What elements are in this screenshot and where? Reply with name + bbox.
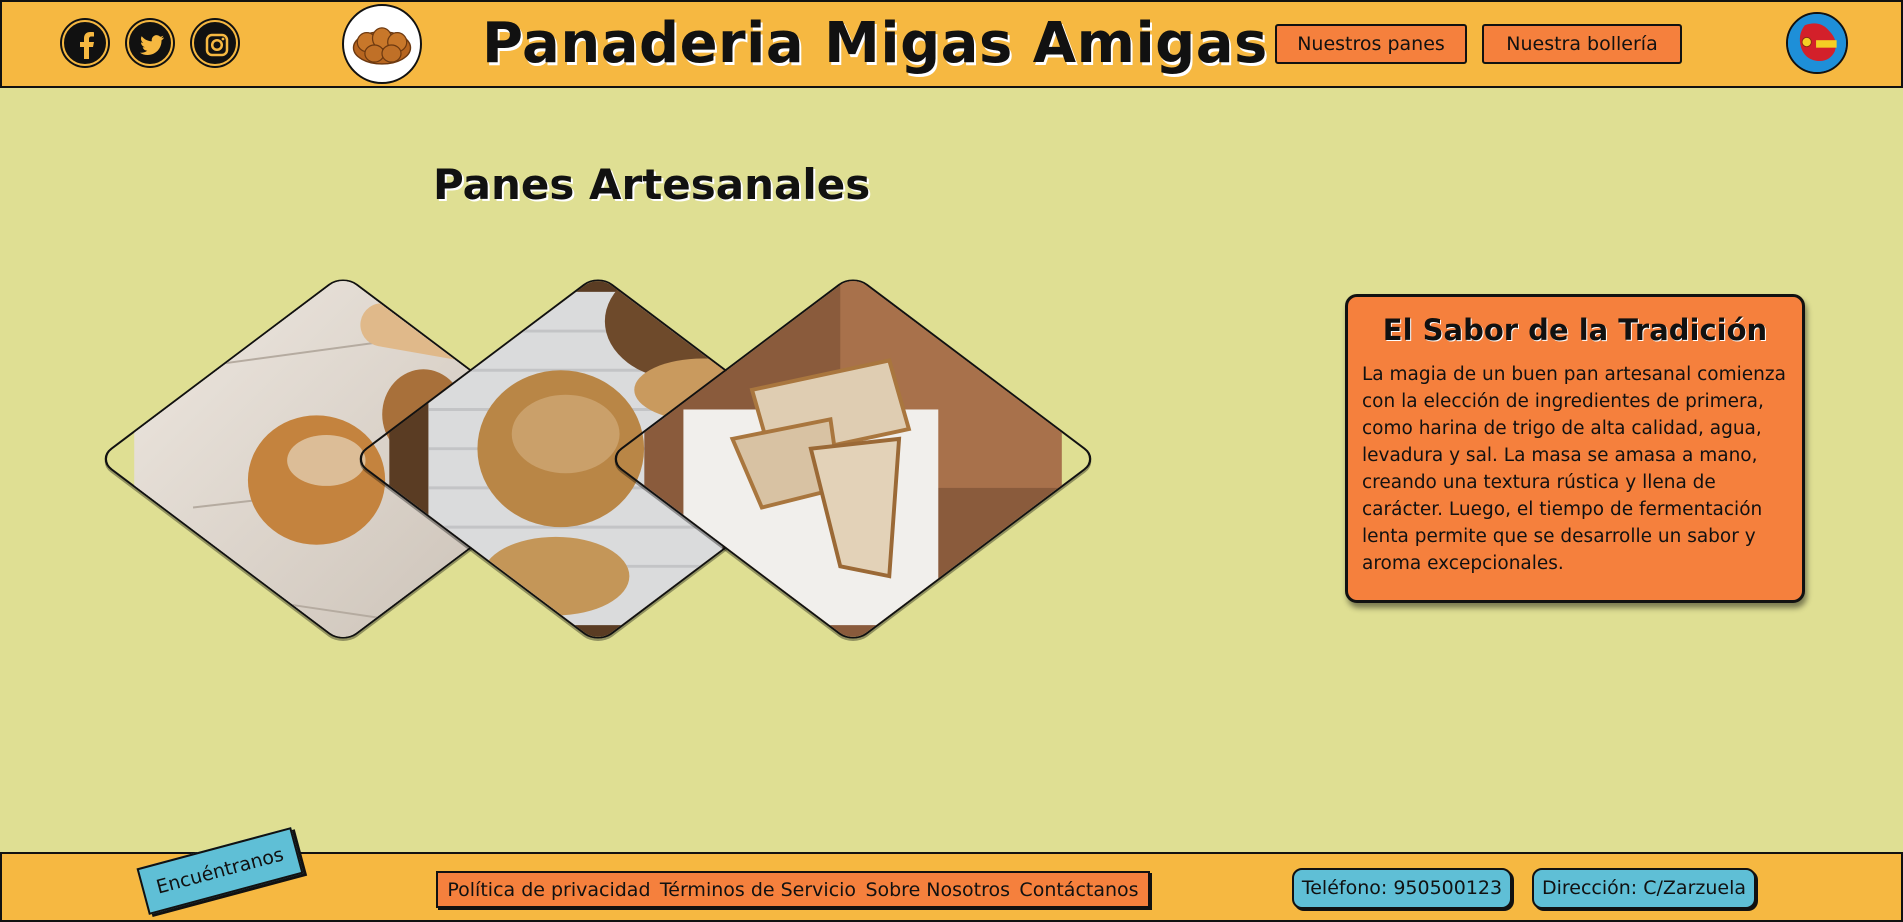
footer-link-contact[interactable]: Contáctanos <box>1019 879 1138 901</box>
nav-button-panes[interactable]: Nuestros panes <box>1275 24 1467 64</box>
phone-badge: Teléfono: 950500123 <box>1292 868 1512 909</box>
section-title: Panes Artesanales <box>433 160 871 209</box>
spain-flag-icon[interactable] <box>1786 12 1848 74</box>
site-title: Panaderia Migas Amigas <box>482 11 1268 76</box>
bread-logo-icon[interactable] <box>342 4 422 84</box>
address-badge: Dirección: C/Zarzuela <box>1532 868 1756 909</box>
footer-links: Política de privacidad Términos de Servi… <box>436 871 1150 908</box>
instagram-icon[interactable] <box>192 20 238 66</box>
nav-button-bolleria[interactable]: Nuestra bollería <box>1482 24 1682 64</box>
footer-link-terms[interactable]: Términos de Servicio <box>660 879 856 901</box>
info-card-title: El Sabor de la Tradición <box>1382 313 1768 347</box>
footer-link-privacy[interactable]: Política de privacidad <box>447 879 650 901</box>
twitter-icon[interactable] <box>127 20 173 66</box>
info-card-text: La magia de un buen pan artesanal comien… <box>1362 364 1786 574</box>
facebook-icon[interactable] <box>62 20 108 66</box>
footer-link-about[interactable]: Sobre Nosotros <box>865 879 1010 901</box>
site-header: Panaderia Migas Amigas Nuestros panes Nu… <box>0 0 1903 88</box>
info-card: El Sabor de la Tradición La magia de un … <box>1345 294 1805 603</box>
gallery-image-3 <box>606 273 1100 645</box>
